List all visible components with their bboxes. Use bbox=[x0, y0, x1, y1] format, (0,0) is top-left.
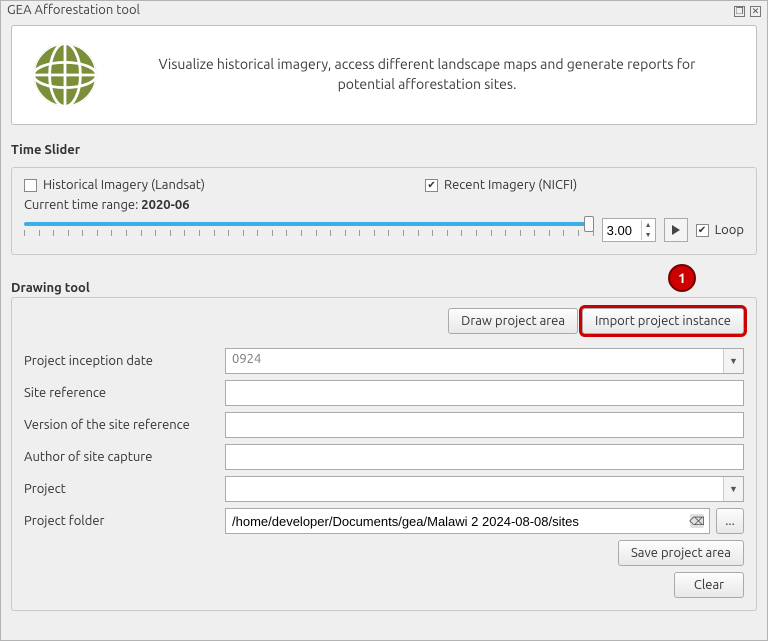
clear-button[interactable]: Clear bbox=[674, 572, 744, 598]
play-button[interactable] bbox=[664, 218, 688, 242]
close-icon[interactable]: ✕ bbox=[750, 6, 761, 17]
time-slider-label: Time Slider bbox=[11, 143, 757, 157]
detach-icon[interactable]: ❐ bbox=[734, 6, 745, 17]
annotation-badge: 1 bbox=[668, 264, 696, 292]
project-folder-input[interactable] bbox=[225, 508, 710, 534]
window-controls: ❐ ✕ bbox=[732, 3, 761, 17]
site-reference-label: Site reference bbox=[24, 386, 219, 400]
time-slider[interactable] bbox=[24, 218, 594, 242]
inception-date-combo[interactable]: 0924 ▼ bbox=[225, 348, 744, 374]
chevron-down-icon[interactable]: ▼ bbox=[723, 477, 743, 501]
inception-date-value: 0924 bbox=[226, 349, 723, 373]
speed-spinner[interactable]: ▲ ▼ bbox=[602, 218, 656, 242]
drawing-tool-label: Drawing tool bbox=[11, 281, 757, 295]
recent-imagery-label: Recent Imagery (NICFI) bbox=[444, 178, 577, 192]
historical-imagery-checkbox[interactable]: Historical Imagery (Landsat) bbox=[24, 178, 205, 192]
play-icon bbox=[671, 225, 681, 235]
recent-imagery-checkbox[interactable]: ✔ Recent Imagery (NICFI) bbox=[425, 178, 577, 192]
historical-imagery-label: Historical Imagery (Landsat) bbox=[43, 178, 205, 192]
chevron-down-icon[interactable]: ▼ bbox=[723, 349, 743, 373]
author-input[interactable] bbox=[225, 444, 744, 470]
clear-input-icon[interactable]: ⌫ bbox=[690, 514, 704, 528]
app-window: GEA Afforestation tool ❐ ✕ Vi bbox=[0, 0, 768, 641]
loop-checkbox[interactable]: ✔ Loop bbox=[696, 223, 744, 237]
header-description: Visualize historical imagery, access dif… bbox=[116, 55, 738, 94]
import-project-instance-button[interactable]: Import project instance bbox=[582, 308, 744, 334]
header-box: Visualize historical imagery, access dif… bbox=[11, 25, 757, 125]
loop-label: Loop bbox=[715, 223, 744, 237]
time-slider-group: Historical Imagery (Landsat) ✔ Recent Im… bbox=[11, 167, 757, 255]
spinner-down-icon[interactable]: ▼ bbox=[642, 230, 655, 240]
draw-project-area-button[interactable]: Draw project area bbox=[448, 308, 578, 334]
version-label: Version of the site reference bbox=[24, 418, 219, 432]
author-label: Author of site capture bbox=[24, 450, 219, 464]
version-input[interactable] bbox=[225, 412, 744, 438]
spinner-up-icon[interactable]: ▲ bbox=[642, 220, 655, 230]
checkbox-icon bbox=[24, 179, 37, 192]
current-time-range: Current time range: 2020-06 bbox=[24, 198, 744, 212]
save-project-area-button[interactable]: Save project area bbox=[618, 540, 744, 566]
checkbox-icon: ✔ bbox=[425, 179, 438, 192]
window-title: GEA Afforestation tool bbox=[7, 3, 140, 17]
project-folder-label: Project folder bbox=[24, 514, 219, 528]
project-value bbox=[226, 477, 723, 501]
globe-icon bbox=[30, 40, 100, 110]
checkbox-icon: ✔ bbox=[696, 224, 709, 237]
site-reference-input[interactable] bbox=[225, 380, 744, 406]
browse-folder-button[interactable]: ... bbox=[716, 508, 744, 534]
speed-input[interactable] bbox=[603, 221, 641, 240]
project-combo[interactable]: ▼ bbox=[225, 476, 744, 502]
drawing-tool-group: 1 Draw project area Import project insta… bbox=[11, 297, 757, 611]
inception-date-label: Project inception date bbox=[24, 354, 219, 368]
project-label: Project bbox=[24, 482, 219, 496]
titlebar: GEA Afforestation tool ❐ ✕ bbox=[1, 1, 767, 19]
